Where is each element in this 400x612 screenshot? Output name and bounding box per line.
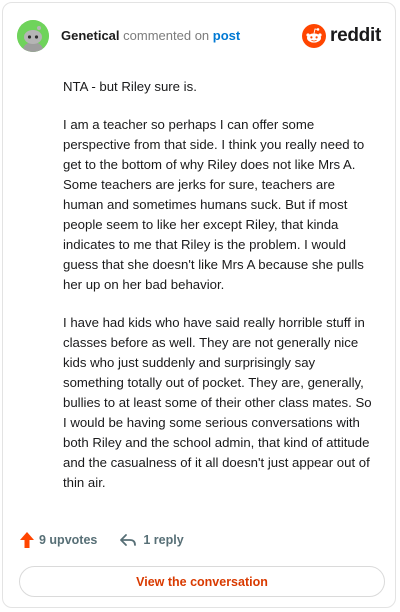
comment-header: Genetical commented on post reddit xyxy=(17,19,381,53)
comment-footer: 9 upvotes 1 reply xyxy=(19,531,184,549)
action-text: commented on xyxy=(123,28,210,43)
comment-paragraph: I am a teacher so perhaps I can offer so… xyxy=(63,117,365,292)
comment-card: Genetical commented on post reddit NTA -… xyxy=(2,2,396,608)
upvote-button[interactable]: 9 upvotes xyxy=(19,531,97,549)
comment-paragraph: I have had kids who have said really hor… xyxy=(63,315,372,490)
snoo-avatar-icon xyxy=(17,20,49,52)
view-conversation-button[interactable]: View the conversation xyxy=(19,566,385,597)
reddit-wordmark: reddit xyxy=(330,25,381,46)
reddit-logo[interactable]: reddit xyxy=(302,24,381,48)
reddit-logo-icon xyxy=(302,24,327,48)
comment-body: NTA - but Riley sure is. I am a teacher … xyxy=(63,77,375,511)
byline: Genetical commented on post xyxy=(61,28,240,44)
post-link[interactable]: post xyxy=(213,28,240,43)
reply-count: 1 reply xyxy=(143,533,184,547)
upvote-arrow-icon xyxy=(20,532,34,548)
upvote-count: 9 upvotes xyxy=(39,533,98,547)
reply-arrow-icon xyxy=(120,534,137,546)
reply-button[interactable]: 1 reply xyxy=(119,533,184,547)
comment-paragraph: NTA - but Riley sure is. xyxy=(63,79,197,94)
username-link[interactable]: Genetical xyxy=(61,28,120,43)
avatar[interactable] xyxy=(17,20,49,52)
